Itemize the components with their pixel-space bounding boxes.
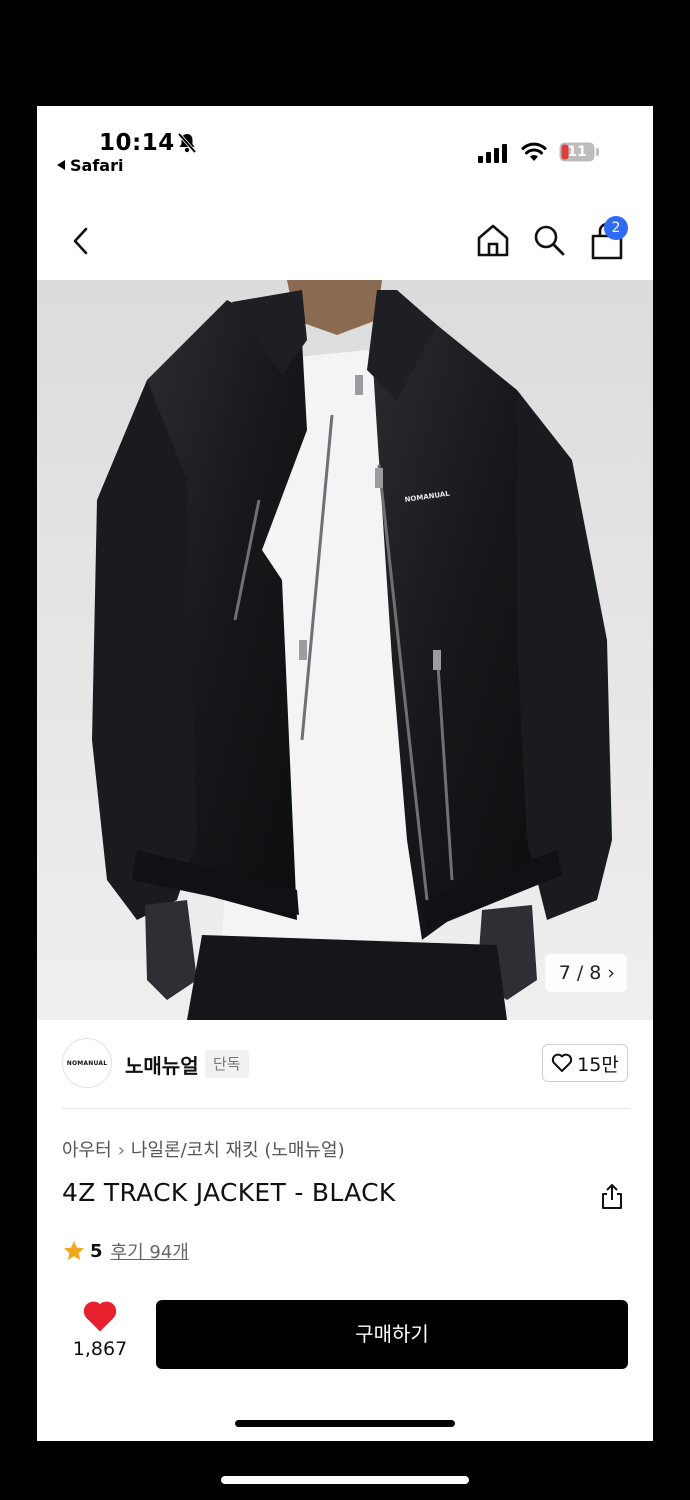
product-like-button[interactable]: 1,867	[65, 1300, 135, 1360]
back-chevron-icon[interactable]	[67, 224, 95, 258]
section-divider	[62, 1108, 630, 1109]
breadcrumb-category[interactable]: 아우터	[62, 1140, 112, 1161]
product-image-gallery[interactable]: NOMANUAL 7 / 8 ›	[37, 280, 653, 1020]
home-icon[interactable]	[475, 222, 511, 258]
breadcrumb: 아우터 › 나일론/코치 재킷 (노매뉴얼)	[62, 1136, 345, 1162]
back-arrow-icon	[57, 160, 65, 170]
status-time: 10:14	[99, 130, 175, 156]
battery-indicator: 11	[559, 142, 599, 162]
brand-name[interactable]: 노매뉴얼	[125, 1050, 199, 1079]
product-title: 4Z TRACK JACKET - BLACK	[62, 1178, 396, 1207]
review-count-link[interactable]: 후기 94개	[111, 1238, 189, 1264]
rating-value: 5	[90, 1240, 103, 1262]
brand-logo[interactable]: NOMANUAL	[62, 1038, 112, 1088]
home-indicator[interactable]	[235, 1420, 455, 1427]
back-to-safari[interactable]: Safari	[57, 156, 123, 175]
image-counter[interactable]: 7 / 8 ›	[544, 954, 627, 992]
brand-logo-text: NOMANUAL	[66, 1059, 108, 1067]
brand-like-button[interactable]: 15만	[542, 1044, 628, 1082]
outer-home-indicator	[221, 1476, 469, 1484]
bell-slash-icon	[177, 132, 197, 154]
heart-filled-icon	[83, 1301, 117, 1331]
share-icon[interactable]	[599, 1182, 625, 1210]
search-icon[interactable]	[531, 222, 567, 258]
product-rating: 5 후기 94개	[62, 1238, 189, 1264]
brand-like-count: 15만	[577, 1053, 619, 1076]
buy-button[interactable]: 구매하기	[156, 1300, 628, 1369]
heart-outline-icon	[552, 1053, 573, 1072]
back-app-label: Safari	[70, 156, 124, 175]
product-photo: NOMANUAL	[92, 280, 612, 1020]
star-icon	[64, 1241, 84, 1260]
chevron-right-icon: ›	[117, 1140, 125, 1161]
wifi-icon	[521, 142, 547, 161]
breadcrumb-subcategory[interactable]: 나일론/코치 재킷 (노매뉴얼)	[131, 1140, 345, 1161]
cart-count-badge: 2	[604, 216, 628, 240]
cellular-signal-icon	[478, 144, 507, 163]
product-like-count: 1,867	[72, 1338, 128, 1360]
phone-screen: 10:14 Safari 11 2 NOMANUAL 7 / 8 › NOMAN…	[37, 106, 653, 1441]
exclusive-tag: 단독	[205, 1050, 249, 1078]
battery-level: 11	[567, 144, 587, 160]
